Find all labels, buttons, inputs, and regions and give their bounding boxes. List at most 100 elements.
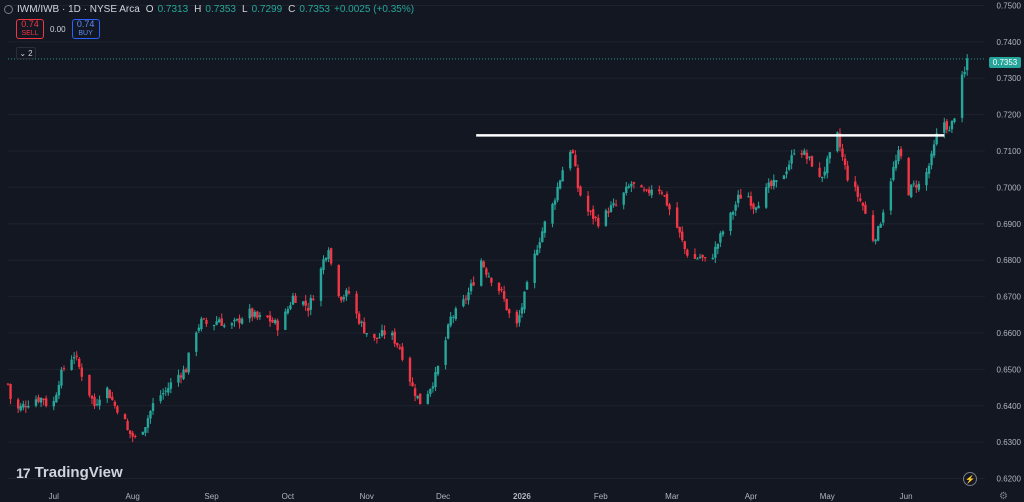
candle-body — [856, 186, 859, 197]
price-axis[interactable]: 0.7500 0.7400 0.7300 0.7200 0.7100 0.7000 0.69… — [997, 1, 1022, 483]
candle-body — [93, 396, 96, 407]
close-value: 0.7353 — [299, 3, 330, 15]
candle-body — [322, 259, 325, 271]
candle-body — [609, 205, 613, 212]
tradingview-logo[interactable]: 17 TradingView — [16, 464, 123, 481]
candle-body — [686, 249, 689, 256]
lightning-icon[interactable]: ⚡ — [963, 472, 977, 486]
candle-body — [604, 210, 608, 226]
candle-body — [800, 153, 804, 155]
candle-body — [502, 291, 506, 299]
candle-body — [879, 224, 882, 228]
candle-body — [24, 405, 28, 408]
candle-body — [790, 155, 793, 164]
candle-body — [675, 207, 679, 228]
spread-value: 0.00 — [50, 24, 66, 34]
candle-body — [383, 330, 386, 336]
time-tick-label: Jun — [900, 492, 913, 501]
buy-button[interactable]: 0.74 BUY — [71, 19, 100, 39]
candle-body — [80, 367, 83, 377]
brand-name: TradingView — [34, 464, 123, 481]
candle-body — [747, 196, 750, 198]
time-tick-label: Sep — [204, 492, 219, 501]
open-label: O — [145, 3, 154, 15]
candle-body — [930, 153, 933, 166]
candle-body — [892, 167, 895, 180]
price-tick-label: 0.6800 — [997, 256, 1022, 265]
candle-body — [500, 289, 503, 291]
price-tick-label: 0.6600 — [997, 329, 1022, 338]
candle-body — [202, 318, 206, 320]
candle-body — [6, 383, 10, 385]
price-tick-label: 0.6300 — [997, 438, 1022, 447]
symbol-title[interactable]: IWM/IWB · 1D · NYSE Arca — [17, 4, 140, 15]
price-chart[interactable]: 0.7500 0.7400 0.7300 0.7200 0.7100 0.7000 0.69… — [0, 0, 1024, 502]
grid-lines — [8, 4, 985, 480]
time-tick-label: Dec — [436, 492, 450, 501]
candle-body — [912, 183, 915, 185]
eye-icon[interactable] — [4, 4, 13, 14]
candle-body — [268, 315, 272, 322]
time-axis[interactable]: Jul Aug Sep Oct Nov Dec 2026 Feb Mar Apr May Jun — [49, 492, 913, 501]
candle-body — [240, 318, 244, 324]
candle-body — [950, 120, 954, 130]
candle-body — [426, 393, 430, 404]
candle-body — [319, 268, 323, 301]
candle-body — [258, 315, 262, 317]
candle-body — [220, 318, 223, 326]
candle-body — [342, 297, 346, 300]
candle-body — [749, 195, 753, 206]
candle-body — [472, 282, 475, 286]
candle-body — [782, 175, 786, 180]
candle-body — [632, 182, 636, 184]
candle-body — [360, 321, 363, 323]
candle-body — [520, 307, 524, 314]
candle-body — [327, 250, 330, 259]
candle-body — [98, 399, 101, 406]
candle-body — [543, 221, 547, 233]
candle-body — [57, 384, 61, 396]
candle-body — [787, 164, 791, 170]
candle-body — [965, 58, 969, 71]
candle-body — [729, 212, 732, 232]
price-tick-label: 0.6400 — [997, 402, 1022, 411]
candle-body — [396, 343, 399, 346]
candle-body — [754, 207, 758, 210]
candle-body — [235, 318, 239, 321]
candle-body — [55, 394, 58, 403]
candle-body — [805, 152, 809, 160]
candle-body — [449, 316, 452, 326]
candle-body — [347, 291, 351, 294]
candle-body — [541, 231, 544, 243]
candle-body — [436, 366, 440, 375]
candle-body — [289, 305, 292, 310]
candle-body — [915, 184, 918, 188]
gear-icon[interactable]: ⚙ — [999, 491, 1008, 502]
candle-body — [614, 204, 618, 206]
candle-body — [78, 358, 81, 367]
sell-button[interactable]: 0.74 SELL — [16, 19, 44, 39]
candle-body — [505, 298, 508, 311]
candle-body — [408, 357, 412, 382]
candle-body — [340, 296, 343, 301]
candle-body — [378, 337, 381, 339]
candle-body — [312, 298, 315, 301]
chevron-down-icon: ⌄ — [19, 48, 27, 58]
candle-body — [485, 268, 488, 275]
candle-body — [256, 311, 259, 318]
candle-body — [123, 414, 127, 420]
price-tick-label: 0.6700 — [997, 293, 1022, 302]
candle-body — [62, 368, 66, 370]
candle-body — [215, 321, 218, 325]
candle-body — [42, 398, 45, 400]
candle-body — [625, 186, 628, 194]
candle-body — [591, 209, 595, 219]
candle-body — [859, 198, 862, 201]
candle-body — [719, 233, 722, 243]
price-tick-label: 0.7000 — [997, 183, 1022, 192]
candle-body — [668, 204, 671, 210]
candle-body — [960, 74, 964, 118]
candle-body — [223, 325, 226, 327]
indicators-toggle[interactable]: ⌄ 2 — [16, 47, 36, 59]
candle-body — [897, 150, 900, 162]
